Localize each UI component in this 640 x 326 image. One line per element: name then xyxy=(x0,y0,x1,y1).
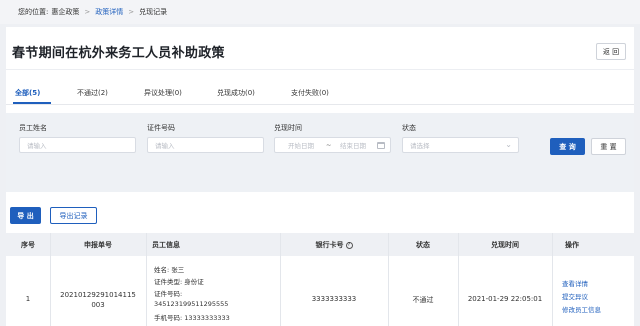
col-header-bank-card-label: 银行卡号 xyxy=(315,241,344,249)
breadcrumb-item-detail[interactable]: 政策详情 xyxy=(95,7,123,17)
breadcrumb: 您的位置: 惠企政策 > 政策详情 > 兑现记录 xyxy=(0,0,640,24)
tabs-divider xyxy=(6,104,634,105)
date-range-picker[interactable]: 开始日期 ~ 结束日期 xyxy=(274,137,391,153)
main-card: 春节期间在杭外来务工人员补助政策 返 回 全部(5) 不通过(2) 异议处理(0… xyxy=(6,27,634,326)
time-label: 兑现时间 xyxy=(274,124,302,132)
row-apply-no-line1: 20210129291014115 xyxy=(60,291,136,299)
query-button[interactable]: 查 询 xyxy=(550,138,585,155)
col-header-time: 兑现时间 xyxy=(491,241,519,249)
edit-employee-link[interactable]: 修改员工信息 xyxy=(562,304,601,314)
filter-panel: 员工姓名 请输入 证件号码 请输入 兑现时间 开始日期 ~ 结束日期 状态 请选… xyxy=(6,113,634,192)
records-table: 序号 申报单号 员工信息 银行卡号? 状态 兑现时间 操作 1 20210129… xyxy=(6,233,634,326)
row-apply-no-line2: 003 xyxy=(91,301,105,309)
end-date-input[interactable]: 结束日期 xyxy=(340,140,366,150)
status-select[interactable]: 请选择 ⌄ xyxy=(402,137,519,153)
col-header-status: 状态 xyxy=(416,241,430,249)
row-bank-card: 3333333333 xyxy=(311,295,357,303)
breadcrumb-item-current: 兑现记录 xyxy=(139,8,168,16)
col-header-index: 序号 xyxy=(21,241,35,249)
col-header-actions: 操作 xyxy=(565,241,579,249)
submit-objection-link[interactable]: 提交异议 xyxy=(562,291,588,301)
view-detail-link[interactable]: 查看详情 xyxy=(562,278,588,288)
tab-objection[interactable]: 异议处理(0) xyxy=(144,88,182,98)
start-date-input[interactable]: 开始日期 xyxy=(288,140,314,150)
row-index: 1 xyxy=(25,295,31,303)
employee-id-number: 345123199511295555 xyxy=(154,300,229,308)
employee-id-type: 证件类型: 身份证 xyxy=(154,278,204,286)
calendar-icon xyxy=(377,142,385,149)
employee-phone: 手机号码: 13333333333 xyxy=(154,314,230,322)
back-button[interactable]: 返 回 xyxy=(596,43,626,60)
employee-id-label: 证件号码: xyxy=(154,290,183,298)
breadcrumb-separator: > xyxy=(128,8,135,16)
export-records-button[interactable]: 导出记录 xyxy=(50,207,97,224)
row-status: 不通过 xyxy=(412,296,434,304)
tab-payment-failed[interactable]: 支付失败(0) xyxy=(291,88,329,98)
breadcrumb-item-policy[interactable]: 惠企政策 xyxy=(51,7,79,17)
range-separator: ~ xyxy=(326,141,332,149)
breadcrumb-prefix: 您的位置: xyxy=(18,8,49,16)
id-number-label: 证件号码 xyxy=(147,124,175,132)
export-button[interactable]: 导 出 xyxy=(10,207,41,224)
reset-button[interactable]: 重 置 xyxy=(591,138,626,155)
col-header-employee-info: 员工信息 xyxy=(152,241,180,249)
row-time: 2021-01-29 22:05:01 xyxy=(467,295,543,303)
help-icon[interactable]: ? xyxy=(345,241,353,249)
status-label: 状态 xyxy=(402,124,416,132)
tab-rejected[interactable]: 不通过(2) xyxy=(77,88,108,98)
name-input[interactable]: 请输入 xyxy=(19,137,136,153)
title-divider xyxy=(6,69,634,70)
page-title: 春节期间在杭外来务工人员补助政策 xyxy=(12,46,225,61)
employee-name: 姓名: 张三 xyxy=(154,266,185,274)
col-header-bank-card: 银行卡号? xyxy=(280,240,388,250)
breadcrumb-separator: > xyxy=(84,8,91,16)
status-select-placeholder: 请选择 xyxy=(410,142,430,150)
tab-success[interactable]: 兑现成功(0) xyxy=(217,88,255,98)
tab-all[interactable]: 全部(5) xyxy=(15,88,40,98)
chevron-down-icon: ⌄ xyxy=(505,140,512,149)
id-number-input[interactable]: 请输入 xyxy=(147,137,264,153)
name-label: 员工姓名 xyxy=(19,124,47,132)
col-header-apply-no: 申报单号 xyxy=(84,241,112,249)
